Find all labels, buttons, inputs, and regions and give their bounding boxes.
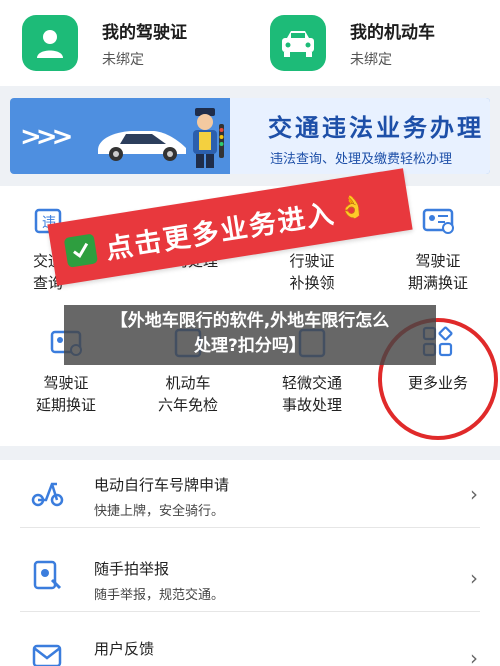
- card-status: 未绑定: [350, 51, 392, 68]
- chevron-right-icon: ›: [470, 482, 478, 506]
- list-item-title: 用户反馈: [94, 640, 155, 658]
- list-item-title: 随手拍举报: [94, 560, 170, 578]
- scooter-icon: [31, 482, 64, 507]
- service-list: 电动自行车号牌申请 快捷上牌，安全骑行。 › 随手拍举报 随手举报，规范交通。 …: [0, 460, 500, 666]
- grid-item-label: 机动车: [165, 374, 211, 392]
- driver-license-person-icon: [22, 15, 78, 71]
- my-driver-license-card[interactable]: 我的驾驶证 未绑定: [22, 8, 247, 78]
- traffic-violation-banner[interactable]: >>> 交通违法业务办理 违法查询、处理及缴费轻松办理: [10, 98, 490, 174]
- license-renew-icon: [422, 208, 454, 234]
- grid-item-label: 期满换证: [407, 274, 468, 292]
- card-status: 未绑定: [102, 51, 144, 68]
- feedback-mail-icon: [32, 644, 62, 666]
- divider: [20, 527, 480, 528]
- list-item-feedback[interactable]: 用户反馈 ›: [0, 624, 500, 666]
- car-front-icon: [270, 15, 326, 71]
- check-icon: [63, 233, 99, 268]
- overlay-line: 处理?扣分吗】: [194, 336, 306, 356]
- divider: [20, 611, 480, 612]
- grid-item-label: 驾驶证: [415, 252, 461, 270]
- card-title: 我的机动车: [350, 22, 435, 43]
- grid-item-label: 轻微交通: [281, 374, 342, 392]
- top-cards: 我的驾驶证 未绑定 我的机动车 未绑定: [0, 0, 500, 86]
- grid-item-label: 六年免检: [157, 396, 218, 414]
- article-title-overlay: 【外地车限行的软件,外地车限行怎么 处理?扣分吗】: [64, 305, 436, 365]
- chevron-right-icon: ›: [470, 646, 478, 666]
- list-item-photo-report[interactable]: 随手拍举报 随手举报，规范交通。 ›: [0, 544, 500, 612]
- list-item-ebike-plate[interactable]: 电动自行车号牌申请 快捷上牌，安全骑行。 ›: [0, 460, 500, 528]
- grid-item-label: 延期换证: [35, 396, 96, 414]
- chevron-right-icon: ›: [470, 566, 478, 590]
- grid-item-label: 补换领: [289, 274, 335, 292]
- banner-subtitle: 违法查询、处理及缴费轻松办理: [270, 152, 453, 167]
- camera-report-icon: [33, 560, 62, 590]
- my-vehicle-card[interactable]: 我的机动车 未绑定: [270, 8, 495, 78]
- list-item-desc: 随手举报，规范交通。: [94, 588, 225, 603]
- chevrons-icon: >>>: [20, 122, 73, 152]
- ok-hand-icon: 👌: [336, 193, 368, 223]
- police-officer-illustration: [193, 108, 224, 168]
- overlay-line: 【外地车限行的软件,外地车限行怎么: [110, 311, 390, 331]
- grid-item-label: 驾驶证: [43, 374, 89, 392]
- banner-title: 交通违法业务办理: [268, 114, 484, 142]
- grid-item-label: 事故处理: [281, 396, 342, 414]
- card-title: 我的驾驶证: [102, 22, 187, 43]
- list-item-title: 电动自行车号牌申请: [94, 476, 230, 494]
- grid-item-label: 行驶证: [289, 252, 335, 270]
- white-car-illustration: [98, 131, 186, 161]
- list-item-desc: 快捷上牌，安全骑行。: [94, 504, 225, 519]
